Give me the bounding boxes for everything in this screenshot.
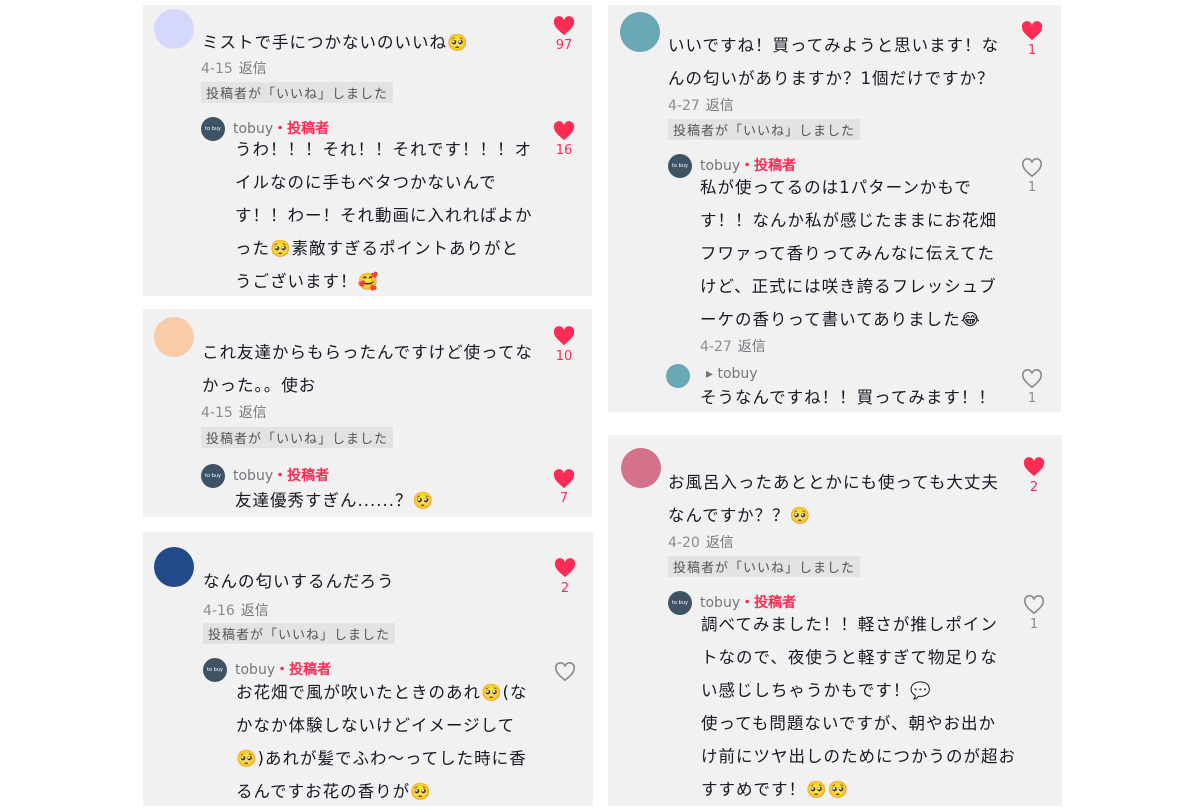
comment-meta: 4-15 返信 [201, 402, 267, 422]
avatar[interactable] [154, 547, 194, 587]
comment-card: これ友達からもらったんですけど使ってな かった。。使お 4-15 返信 投稿者が「… [143, 309, 592, 517]
comment-card: なんの匂いするんだろう 4-16 返信 投稿者が「いいね」しました 2 to bu… [143, 532, 593, 806]
author-avatar[interactable]: to buy [201, 117, 225, 141]
reply-link[interactable]: 返信 [738, 339, 766, 355]
author-avatar-text: to buy [207, 667, 223, 673]
comment-text: お風呂入ったあととかにも使っても大丈夫 なんですか？？🥺 [668, 473, 999, 525]
heart-filled-icon [553, 121, 575, 141]
author-avatar-text: to buy [205, 473, 221, 479]
reply-link[interactable]: 返信 [706, 535, 734, 551]
author-avatar[interactable]: to buy [668, 154, 692, 178]
avatar[interactable] [154, 9, 194, 49]
reply-link[interactable]: 返信 [239, 405, 267, 421]
author-avatar-text: to buy [205, 126, 221, 132]
reply-text: そうなんですね！！買ってみます！！ [700, 388, 996, 407]
comment-date: 4-20 [668, 535, 700, 551]
reply-author[interactable]: ▸ tobuy [706, 366, 758, 382]
like-button[interactable] [1021, 457, 1047, 477]
reply-text: 私が使ってるのは1パターンかもで す！！なんか私が感じたままにお花畑 フワァって… [700, 178, 998, 329]
like-count: 10 [555, 349, 573, 364]
heart-outline-icon [1024, 595, 1044, 615]
liked-by-author-badge: 投稿者が「いいね」しました [668, 556, 861, 577]
author-avatar-text: to buy [672, 163, 688, 169]
liked-by-author-badge: 投稿者が「いいね」しました [201, 82, 394, 103]
reply-author[interactable]: tobuy・投稿者 [233, 465, 329, 485]
comment-text: これ友達からもらったんですけど使ってな かった。。使お [202, 343, 533, 395]
like-count: 2 [560, 581, 570, 596]
reply-like-count: 1 [1029, 617, 1039, 632]
author-avatar-text: to buy [672, 600, 688, 606]
comment-text: なんの匂いするんだろう [203, 572, 395, 591]
avatar[interactable] [620, 12, 660, 52]
heart-outline-icon [555, 662, 575, 682]
reply-text: お花畑で風が吹いたときのあれ🥺(な かなか体験しないけどイメージして 🥺)あれが… [236, 683, 528, 801]
comment-date: 4-15 [201, 61, 233, 77]
reply-like-count: 16 [555, 143, 573, 158]
author-badge: ・投稿者 [273, 468, 330, 484]
reply-date: 4-27 [700, 339, 732, 355]
reply-text: 友達優秀すぎん......？🥺 [235, 491, 435, 510]
reply-like-count: 1 [1027, 391, 1037, 406]
like-count: 97 [555, 38, 573, 53]
avatar[interactable] [621, 448, 661, 488]
reply-like-button[interactable] [1019, 369, 1045, 389]
reply-link[interactable]: 返信 [239, 61, 267, 77]
comment-card: お風呂入ったあととかにも使っても大丈夫 なんですか？？🥺 4-20 返信 投稿者が… [608, 435, 1062, 806]
reply-text: 調べてみました！！軽さが推しポイン トなので、夜使うと軽すぎて物足りな い感じし… [701, 615, 1016, 799]
reply-like-button[interactable] [551, 121, 577, 141]
comment-meta: 4-16 返信 [203, 600, 269, 620]
comment-date: 4-27 [668, 98, 700, 114]
comment-date: 4-16 [203, 603, 235, 619]
reply-like-button[interactable] [1019, 158, 1045, 178]
heart-filled-icon [1023, 457, 1045, 477]
reply-like-count: 7 [559, 491, 569, 506]
heart-outline-icon [1022, 158, 1042, 178]
like-count: 1 [1027, 43, 1037, 58]
reply-text: うわ！！！それ！！それです！！！オ イルなのに手もベタつかないんで す！！わー！… [235, 140, 533, 291]
reply-link[interactable]: 返信 [706, 98, 734, 114]
reply-like-button[interactable] [551, 469, 577, 489]
heart-filled-icon [554, 558, 576, 578]
reply-like-count: 1 [1027, 180, 1037, 195]
comment-meta: 4-27 返信 [668, 95, 734, 115]
like-button[interactable] [1019, 21, 1045, 41]
liked-by-author-badge: 投稿者が「いいね」しました [203, 623, 396, 644]
comment-text: ミストで手につかないのいいね🥺 [202, 33, 469, 52]
like-button[interactable] [551, 326, 577, 346]
comment-date: 4-15 [201, 405, 233, 421]
author-name: tobuy [233, 468, 274, 484]
comment-card: いいですね！買ってみようと思います！な んの匂いがありますか？1個だけですか？ … [608, 5, 1061, 412]
like-button[interactable] [552, 558, 578, 578]
like-count: 2 [1029, 480, 1039, 495]
comment-text: いいですね！買ってみようと思います！な んの匂いがありますか？1個だけですか？ [668, 36, 1000, 88]
heart-filled-icon [553, 326, 575, 346]
heart-filled-icon [553, 469, 575, 489]
avatar[interactable] [154, 317, 194, 357]
reply-link[interactable]: 返信 [241, 603, 269, 619]
author-avatar[interactable]: to buy [203, 658, 227, 682]
heart-filled-icon [553, 16, 575, 36]
reply-like-button[interactable] [552, 662, 578, 682]
comment-meta: 4-15 返信 [201, 58, 267, 78]
heart-filled-icon [1021, 21, 1043, 41]
heart-outline-icon [1022, 369, 1042, 389]
like-button[interactable] [551, 16, 577, 36]
comment-card: ミストで手につかないのいいね🥺 4-15 返信 投稿者が「いいね」しました 97 … [143, 5, 592, 296]
reply-like-button[interactable] [1021, 595, 1047, 615]
liked-by-author-badge: 投稿者が「いいね」しました [668, 119, 861, 140]
avatar[interactable] [666, 364, 690, 388]
liked-by-author-badge: 投稿者が「いいね」しました [201, 427, 394, 448]
comment-meta: 4-20 返信 [668, 532, 734, 552]
author-avatar[interactable]: to buy [668, 591, 692, 615]
author-avatar[interactable]: to buy [201, 464, 225, 488]
reply-meta: 4-27 返信 [700, 336, 766, 356]
